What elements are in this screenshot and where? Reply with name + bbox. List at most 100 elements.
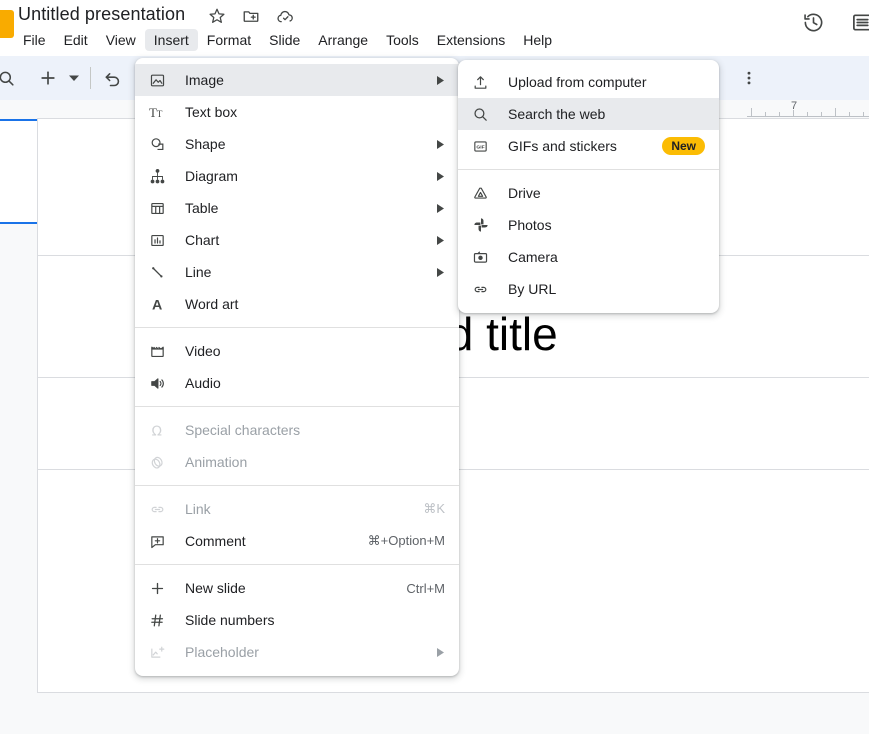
more-vert-icon[interactable] [735, 64, 763, 92]
menu-item-special-characters[interactable]: Ω Special characters [135, 414, 459, 446]
menu-insert[interactable]: Insert [144, 29, 198, 51]
shape-icon [149, 134, 171, 154]
new-slide-icon[interactable] [34, 64, 62, 92]
search-icon[interactable] [0, 64, 20, 92]
submenu-item-photos[interactable]: Photos [458, 209, 719, 241]
menu-item-shortcut: ⌘K [423, 501, 445, 516]
menu-help[interactable]: Help [514, 29, 561, 51]
menu-format[interactable]: Format [198, 29, 260, 51]
submenu-item-drive[interactable]: Drive [458, 177, 719, 209]
move-to-folder-icon[interactable] [239, 4, 263, 28]
slides-logo-icon [0, 10, 14, 38]
menu-item-comment[interactable]: Comment ⌘+Option+M [135, 525, 459, 557]
submenu-item-label: Camera [508, 249, 558, 265]
menu-item-label: Word art [185, 296, 239, 312]
menu-item-label: Shape [185, 136, 226, 152]
link-icon [149, 499, 171, 519]
menu-tools[interactable]: Tools [377, 29, 428, 51]
text-box-icon: T T [149, 102, 171, 122]
menu-item-image[interactable]: Image [135, 64, 459, 96]
placeholder-icon [149, 642, 171, 662]
ruler-tick [765, 112, 766, 116]
new-slide-dropdown-caret[interactable] [66, 64, 82, 92]
cloud-saved-icon[interactable] [273, 4, 297, 28]
menu-item-label: Comment [185, 533, 246, 549]
undo-icon[interactable] [99, 64, 127, 92]
ruler-tick [779, 112, 780, 116]
menu-view[interactable]: View [97, 29, 145, 51]
chevron-right-icon [435, 267, 445, 277]
submenu-item-gifs-and-stickers[interactable]: GIF GIFs and stickers New [458, 130, 719, 162]
menu-separator [135, 485, 459, 486]
side-panel-icon[interactable] [851, 11, 869, 39]
menu-item-label: Chart [185, 232, 220, 248]
diagram-icon [149, 166, 171, 186]
menu-slide[interactable]: Slide [260, 29, 309, 51]
menu-item-placeholder[interactable]: Placeholder [135, 636, 459, 668]
menu-item-label: Table [185, 200, 219, 216]
menu-item-shape[interactable]: Shape [135, 128, 459, 160]
menu-item-chart[interactable]: Chart [135, 224, 459, 256]
video-icon [149, 341, 171, 361]
ruler-tick [849, 112, 850, 116]
menu-item-label: Slide numbers [185, 612, 275, 628]
drive-icon [472, 183, 494, 203]
menu-item-link[interactable]: Link ⌘K [135, 493, 459, 525]
ruler-tick [863, 112, 864, 116]
insert-menu[interactable]: Image T T Text box Shape Diagram Table C… [135, 58, 459, 676]
image-submenu[interactable]: Upload from computer Search the web GIF … [458, 60, 719, 313]
svg-text:A: A [152, 297, 162, 313]
ruler-number-7: 7 [791, 100, 798, 112]
svg-text:T: T [157, 109, 163, 119]
menu-item-diagram[interactable]: Diagram [135, 160, 459, 192]
menu-item-line[interactable]: Line [135, 256, 459, 288]
image-icon [149, 70, 171, 90]
menu-item-video[interactable]: Video [135, 335, 459, 367]
menu-item-new-slide[interactable]: New slide Ctrl+M [135, 572, 459, 604]
menu-item-word-art[interactable]: A Word art [135, 288, 459, 320]
menu-item-label: Diagram [185, 168, 238, 184]
title-bar: Untitled presentation File Edit View Ins… [0, 0, 869, 54]
menu-item-animation[interactable]: Animation [135, 446, 459, 478]
submenu-item-label: Drive [508, 185, 541, 201]
menu-item-audio[interactable]: Audio [135, 367, 459, 399]
submenu-item-upload-from-computer[interactable]: Upload from computer [458, 66, 719, 98]
star-icon[interactable] [205, 4, 229, 28]
toolbar-divider [90, 67, 91, 89]
hash-icon [149, 610, 171, 630]
submenu-item-by-url[interactable]: By URL [458, 273, 719, 305]
chevron-right-icon [435, 139, 445, 149]
menu-item-text-box[interactable]: T T Text box [135, 96, 459, 128]
submenu-item-label: Photos [508, 217, 552, 233]
chevron-right-icon [435, 171, 445, 181]
document-title[interactable]: Untitled presentation [18, 4, 185, 25]
menu-item-label: Special characters [185, 422, 301, 438]
version-history-icon[interactable] [802, 11, 825, 39]
menu-extensions[interactable]: Extensions [428, 29, 514, 51]
word-art-icon: A [149, 294, 171, 314]
submenu-item-label: Upload from computer [508, 74, 647, 90]
menu-arrange[interactable]: Arrange [309, 29, 377, 51]
table-icon [149, 198, 171, 218]
menu-item-label: Placeholder [185, 644, 259, 660]
toolbar-overflow-group [716, 56, 767, 100]
menu-item-shortcut: Ctrl+M [406, 580, 445, 596]
menu-item-label: Animation [185, 454, 248, 470]
menu-edit[interactable]: Edit [55, 29, 97, 51]
chevron-right-icon [435, 647, 445, 657]
new-badge: New [662, 137, 705, 155]
line-icon [149, 262, 171, 282]
menu-item-table[interactable]: Table [135, 192, 459, 224]
menu-item-slide-numbers[interactable]: Slide numbers [135, 604, 459, 636]
submenu-item-camera[interactable]: Camera [458, 241, 719, 273]
ruler-tick [751, 108, 752, 116]
menu-separator [135, 406, 459, 407]
menu-file[interactable]: File [14, 29, 55, 51]
ruler-track: 7 8 [747, 100, 869, 120]
ruler-tick [821, 112, 822, 116]
ruler-tick [835, 108, 836, 116]
svg-text:Ω: Ω [152, 423, 162, 439]
submenu-item-search-the-web[interactable]: Search the web [458, 98, 719, 130]
gif-icon: GIF [472, 136, 494, 156]
omega-icon: Ω [149, 420, 171, 440]
